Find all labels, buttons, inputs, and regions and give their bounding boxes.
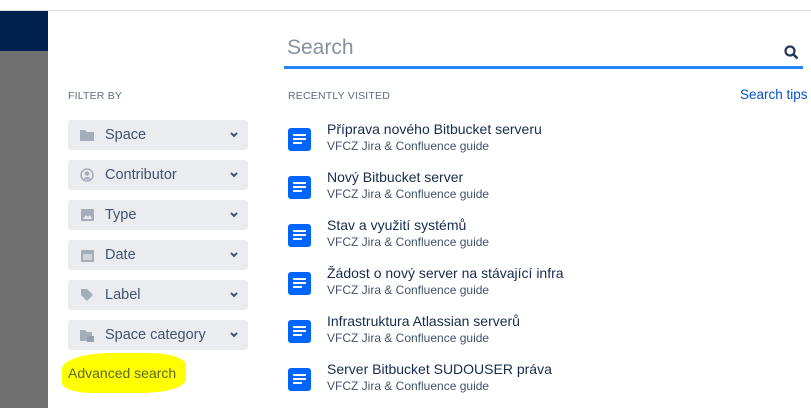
chevron-down-icon [229, 128, 239, 144]
filter-label[interactable]: Label [68, 280, 248, 310]
advanced-search-link[interactable]: Advanced search [62, 353, 186, 393]
search-icon[interactable] [784, 45, 799, 65]
image-icon [80, 208, 94, 222]
recent-item[interactable]: Příprava nového Bitbucket serveru VFCZ Ji… [288, 121, 788, 172]
item-space: VFCZ Jira & Confluence guide [327, 379, 490, 393]
search-tips-link[interactable]: Search tips [740, 87, 808, 102]
chevron-down-icon [229, 168, 239, 184]
item-title[interactable]: Server Bitbucket SUDOUSER práva [327, 361, 552, 377]
item-space: VFCZ Jira & Confluence guide [327, 235, 490, 249]
filter-label: Space category [105, 327, 206, 343]
top-border [0, 0, 811, 11]
filter-heading: FILTER BY [68, 90, 123, 102]
recent-item[interactable]: Stav a využití systémů VFCZ Jira & Conflu… [288, 217, 788, 268]
item-space: VFCZ Jira & Confluence guide [327, 139, 490, 153]
filter-type[interactable]: Type [68, 200, 248, 230]
calendar-icon [80, 248, 94, 262]
item-space: VFCZ Jira & Confluence guide [327, 331, 490, 345]
filter-contributor[interactable]: Contributor [68, 160, 248, 190]
chevron-down-icon [229, 328, 239, 344]
page-icon [288, 368, 311, 391]
folder-icon [80, 128, 94, 142]
filter-space[interactable]: Space [68, 120, 248, 150]
page-icon [288, 320, 311, 343]
page-icon [288, 128, 311, 151]
page-icon [288, 272, 311, 295]
chevron-down-icon [229, 208, 239, 224]
item-title[interactable]: Nový Bitbucket server [327, 169, 463, 185]
item-title[interactable]: Infrastruktura Atlassian serverů [327, 313, 520, 329]
filter-label-text: Label [105, 287, 141, 303]
recent-heading: RECENTLY VISITED [288, 90, 391, 102]
item-title[interactable]: Žádost o nový server na stávající infra [327, 265, 564, 281]
page-icon [288, 224, 311, 247]
filter-label: Contributor [105, 167, 177, 183]
filter-label: Type [105, 207, 137, 223]
app-header [0, 11, 48, 51]
chevron-down-icon [229, 248, 239, 264]
tag-icon [80, 288, 94, 302]
recent-item[interactable]: Server Bitbucket SUDOUSER práva VFCZ Jira… [288, 361, 788, 412]
item-title[interactable]: Stav a využití systémů [327, 217, 466, 233]
space-category-icon [80, 328, 94, 342]
item-space: VFCZ Jira & Confluence guide [327, 283, 490, 297]
filter-label: Space [105, 127, 147, 143]
recent-item[interactable]: Nový Bitbucket server VFCZ Jira & Conflue… [288, 169, 788, 220]
user-icon [80, 168, 94, 182]
search-input[interactable] [284, 36, 764, 60]
search-field[interactable] [284, 36, 803, 69]
page-icon [288, 176, 311, 199]
recent-item[interactable]: Žádost o nový server na stávající infra V… [288, 265, 788, 316]
item-title[interactable]: Příprava nového Bitbucket serveru [327, 121, 542, 137]
filter-label: Date [105, 247, 136, 263]
item-space: VFCZ Jira & Confluence guide [327, 187, 490, 201]
filter-space-category[interactable]: Space category [68, 320, 248, 350]
chevron-down-icon [229, 288, 239, 304]
filter-date[interactable]: Date [68, 240, 248, 270]
recent-item[interactable]: Infrastruktura Atlassian serverů VFCZ Jir… [288, 313, 788, 364]
backdrop-overlay [0, 51, 48, 408]
